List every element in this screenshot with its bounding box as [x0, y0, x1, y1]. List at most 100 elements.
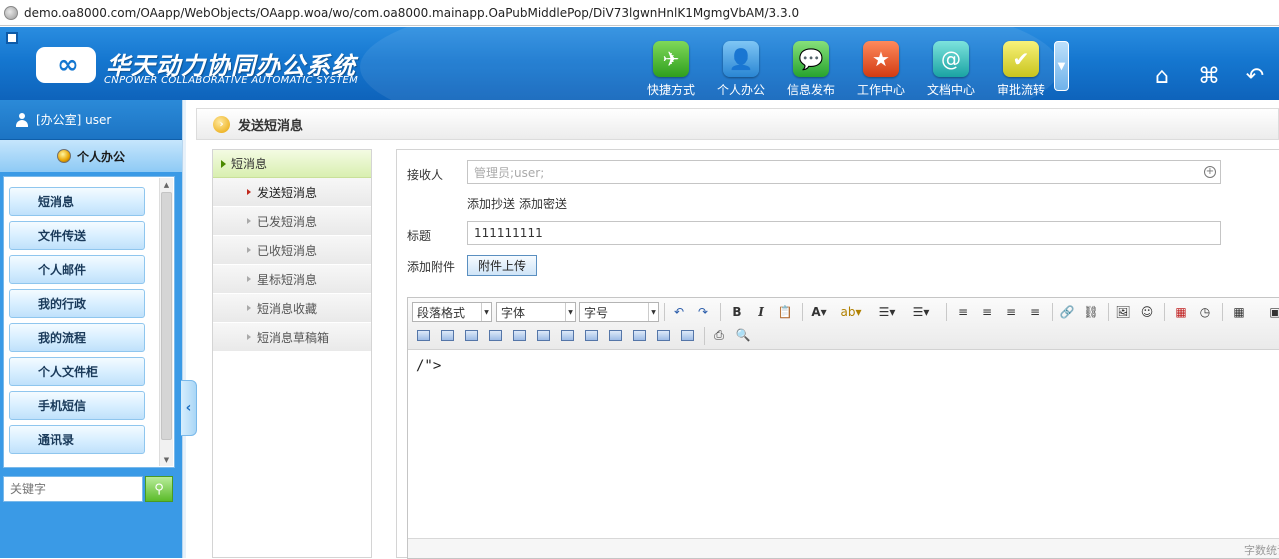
nav-info-publish[interactable]: 💬 信息发布	[776, 41, 846, 98]
scroll-thumb[interactable]	[161, 192, 172, 440]
sidebar-section-personal-office[interactable]: 个人办公	[0, 140, 182, 172]
unordered-list-icon[interactable]: ☰▾	[912, 303, 930, 321]
delete-row-icon[interactable]	[486, 326, 504, 344]
align-center-icon[interactable]: ≡	[978, 303, 996, 321]
table-icon[interactable]: ▦	[1230, 303, 1248, 321]
insert-col-icon[interactable]	[510, 326, 528, 344]
apps-icon[interactable]: ⌘	[1194, 61, 1224, 91]
sidebar-collapse-button[interactable]: ‹	[181, 380, 197, 436]
split-cells-icon[interactable]	[582, 326, 600, 344]
logo-icon: ∞	[36, 47, 96, 83]
nav-shortcuts[interactable]: ✈ 快捷方式	[636, 41, 706, 98]
subject-label: 标题	[407, 229, 432, 243]
nav-personal-office[interactable]: 👤 个人办公	[706, 41, 776, 98]
insert-table-icon[interactable]	[414, 326, 432, 344]
attachment-label: 添加附件	[407, 260, 456, 274]
nav-more-button[interactable]: ▼	[1054, 41, 1069, 91]
table-props-icon[interactable]	[438, 326, 456, 344]
insert-row-icon[interactable]	[462, 326, 480, 344]
home-icon[interactable]: ⌂	[1147, 61, 1177, 91]
paste-icon[interactable]: 📋	[776, 303, 794, 321]
align-right-icon[interactable]: ≡	[1002, 303, 1020, 321]
print-icon[interactable]: ⎙	[710, 326, 728, 344]
font-size-select[interactable]: 字号 ▼	[579, 302, 659, 322]
emoticon-icon[interactable]: ☺	[1138, 303, 1156, 321]
star-icon: ★	[863, 41, 899, 77]
paragraph-format-select[interactable]: 段落格式 ▼	[412, 302, 492, 322]
font-family-select[interactable]: 字体 ▼	[496, 302, 576, 322]
align-left-icon[interactable]: ≡	[954, 303, 972, 321]
scroll-up-icon[interactable]: ▲	[160, 178, 173, 191]
sidebar-item-file-cabinet[interactable]: 个人文件柜	[9, 357, 145, 386]
search-button[interactable]: ⚲	[145, 476, 173, 502]
sidebar-item-sms[interactable]: 手机短信	[9, 391, 145, 420]
delete-col-icon[interactable]	[534, 326, 552, 344]
sidebar-item-file-transfer[interactable]: 文件传送	[9, 221, 145, 250]
nav-approval[interactable]: ✔ 审批流转	[986, 41, 1056, 98]
row-props-icon[interactable]	[630, 326, 648, 344]
app-header: ∞ 华天动力协同办公系统 CNPOWER COLLABORATIVE AUTOM…	[0, 27, 1279, 100]
ordered-list-icon[interactable]: ☰▾	[878, 303, 896, 321]
preview-icon[interactable]: 🔍	[734, 326, 752, 344]
date-icon[interactable]: ▦	[1172, 303, 1190, 321]
unlink-icon[interactable]: ⛓	[1082, 303, 1100, 321]
highlight-icon[interactable]: ab▾	[841, 303, 862, 321]
undo-icon[interactable]: ↶	[670, 303, 688, 321]
sidebar-item-contacts[interactable]: 通讯录	[9, 425, 145, 454]
subnav-drafts[interactable]: 短消息草稿箱	[213, 323, 371, 352]
search-input[interactable]	[3, 476, 143, 502]
italic-icon[interactable]: I	[752, 303, 770, 321]
main-area: › 发送短消息 短消息 发送短消息 已发短消息 已收短消息 星标短消息 短消息收…	[196, 108, 1279, 559]
message-subnav: 短消息 发送短消息 已发短消息 已收短消息 星标短消息 短消息收藏 短消息草稿箱	[212, 149, 372, 558]
align-justify-icon[interactable]: ≡	[1026, 303, 1044, 321]
url-text[interactable]: demo.oa8000.com/OAapp/WebObjects/OAapp.w…	[24, 6, 799, 20]
add-recipient-icon[interactable]: +	[1204, 166, 1216, 178]
sidebar-item-personal-mail[interactable]: 个人邮件	[9, 255, 145, 284]
editor-statusbar: 字数统计	[408, 538, 1279, 558]
subnav-favorite-messages[interactable]: 短消息收藏	[213, 294, 371, 323]
chevron-down-icon: ▼	[1057, 60, 1066, 72]
subnav-head[interactable]: 短消息	[213, 150, 371, 178]
cc-links: 添加抄送 添加密送	[467, 195, 571, 212]
merge-cells-icon[interactable]	[558, 326, 576, 344]
subnav-starred-messages[interactable]: 星标短消息	[213, 265, 371, 294]
sidebar-item-my-workflow[interactable]: 我的流程	[9, 323, 145, 352]
user-info: [办公室] user	[0, 100, 182, 140]
time-icon[interactable]: ◷	[1196, 303, 1214, 321]
cell-props-icon[interactable]	[606, 326, 624, 344]
subnav-received-messages[interactable]: 已收短消息	[213, 236, 371, 265]
scroll-down-icon[interactable]: ▼	[160, 453, 173, 466]
top-nav: ✈ 快捷方式 👤 个人办公 💬 信息发布 ★ 工作中心 @ 文档中心 ✔ 审批流…	[636, 41, 1056, 98]
more-tools-icon[interactable]: ▣	[1266, 303, 1279, 321]
upload-attachment-button[interactable]: 附件上传	[467, 255, 537, 276]
window-icon	[6, 32, 18, 44]
image-icon[interactable]: 🖼	[1114, 303, 1132, 321]
editor-toolbar: 段落格式 ▼ 字体 ▼ 字号 ▼ ↶ ↷ B I 📋 A▾ ab▾ ☰▾ ☰▾ …	[408, 298, 1279, 350]
add-cc-link[interactable]: 添加抄送	[467, 197, 515, 211]
sidebar-item-my-admin[interactable]: 我的行政	[9, 289, 145, 318]
app-subtitle: CNPOWER COLLABORATIVE AUTOMATIC SYSTEM	[104, 75, 359, 86]
bold-icon[interactable]: B	[728, 303, 746, 321]
col-props-icon[interactable]	[654, 326, 672, 344]
font-color-icon[interactable]: A▾	[810, 303, 828, 321]
nav-work-center[interactable]: ★ 工作中心	[846, 41, 916, 98]
sidebar-item-messages[interactable]: 短消息	[9, 187, 145, 216]
sidebar-scrollbar[interactable]: ▲ ▼	[159, 178, 173, 466]
subnav-send-message[interactable]: 发送短消息	[213, 178, 371, 207]
address-bar[interactable]: demo.oa8000.com/OAapp/WebObjects/OAapp.w…	[0, 0, 1279, 26]
recipient-input[interactable]: 管理员;user; +	[467, 160, 1221, 184]
word-count: 字数统计	[1244, 544, 1279, 557]
table-border-icon[interactable]	[678, 326, 696, 344]
person-icon: 👤	[723, 41, 759, 77]
redo-icon[interactable]: ↷	[694, 303, 712, 321]
sidebar: [办公室] user 个人办公 短消息 文件传送 个人邮件 我的行政 我的流程 …	[0, 100, 182, 558]
back-icon[interactable]: ↶	[1240, 61, 1270, 91]
chevron-down-icon: ▼	[565, 303, 575, 321]
nav-doc-center[interactable]: @ 文档中心	[916, 41, 986, 98]
add-bcc-link[interactable]: 添加密送	[519, 197, 567, 211]
link-icon[interactable]: 🔗	[1058, 303, 1076, 321]
subnav-sent-messages[interactable]: 已发短消息	[213, 207, 371, 236]
editor-content[interactable]: /">	[416, 358, 441, 374]
subject-input[interactable]: 111111111	[467, 221, 1221, 245]
rich-text-editor: 段落格式 ▼ 字体 ▼ 字号 ▼ ↶ ↷ B I 📋 A▾ ab▾ ☰▾ ☰▾ …	[407, 297, 1279, 559]
